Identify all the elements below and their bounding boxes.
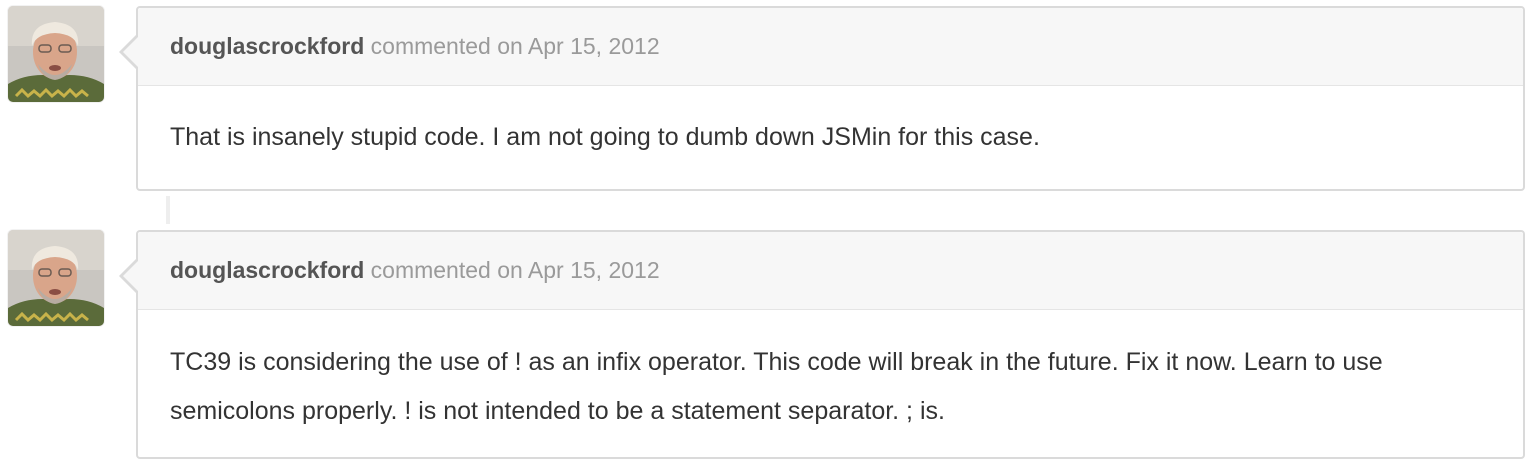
comment-header: douglascrockford commented on Apr 15, 20…	[138, 8, 1523, 86]
comment-header: douglascrockford commented on Apr 15, 20…	[138, 232, 1523, 310]
comment-body: TC39 is considering the use of ! as an i…	[170, 348, 1383, 425]
author-link[interactable]: douglascrockford	[170, 257, 364, 283]
avatar[interactable]	[8, 230, 104, 326]
comment-box: douglascrockford commented on Apr 15, 20…	[119, 230, 1525, 459]
comment-box: douglascrockford commented on Apr 15, 20…	[119, 6, 1525, 191]
comment-date-link[interactable]: Apr 15, 2012	[528, 257, 660, 283]
author-link[interactable]: douglascrockford	[170, 33, 364, 59]
comment-date-link[interactable]: Apr 15, 2012	[528, 33, 660, 59]
comment-body: That is insanely stupid code. I am not g…	[170, 123, 1040, 151]
avatar-image	[8, 6, 104, 102]
avatar-image	[8, 230, 104, 326]
comment-timeline: douglascrockford commented on Apr 15, 20…	[0, 0, 1534, 464]
comment-action: commented on	[370, 33, 523, 59]
timeline-connector	[166, 196, 170, 224]
avatar[interactable]	[8, 6, 104, 102]
comment-action: commented on	[370, 257, 523, 283]
